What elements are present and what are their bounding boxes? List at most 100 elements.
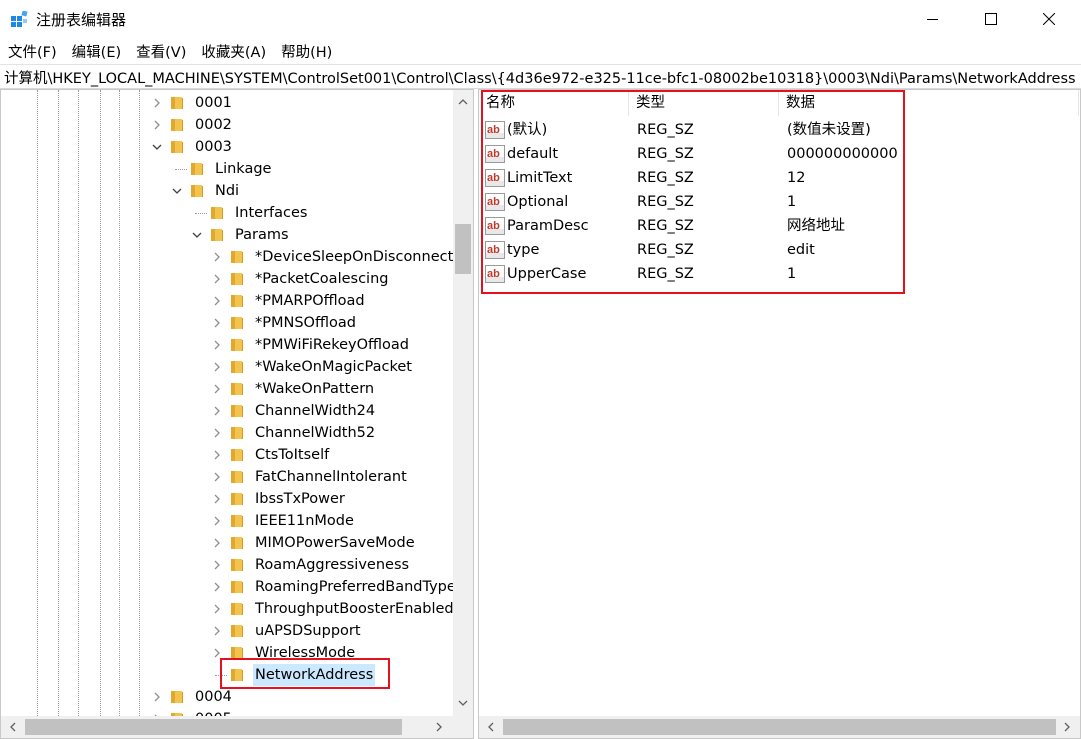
tree-item-label: *WakeOnMagicPacket: [255, 359, 412, 375]
chevron-right-icon[interactable]: [211, 537, 223, 549]
minimize-button[interactable]: [904, 0, 962, 38]
tree-item[interactable]: *PMWiFiRekeyOffload: [229, 334, 411, 356]
tree-item[interactable]: *WakeOnMagicPacket: [229, 356, 414, 378]
tree-item[interactable]: CtsToItself: [229, 444, 331, 466]
tree-item[interactable]: *PMARPOffload: [229, 290, 367, 312]
scroll-up-arrow[interactable]: [455, 94, 471, 110]
tree-guide-line: [139, 90, 140, 716]
chevron-right-icon[interactable]: [211, 339, 223, 351]
chevron-right-icon[interactable]: [211, 625, 223, 637]
menu-view[interactable]: 查看(V): [128, 38, 193, 64]
tree-item[interactable]: IbssTxPower: [229, 488, 347, 510]
chevron-right-icon[interactable]: [211, 295, 223, 307]
folder-icon: [171, 141, 183, 153]
tree-item[interactable]: Params: [209, 224, 291, 246]
tree-item[interactable]: ChannelWidth24: [229, 400, 377, 422]
chevron-right-icon[interactable]: [211, 427, 223, 439]
address-bar[interactable]: 计算机\HKEY_LOCAL_MACHINE\SYSTEM\ControlSet…: [0, 64, 1081, 89]
tree-item[interactable]: Linkage: [189, 158, 273, 180]
scroll-left-arrow[interactable]: [5, 719, 21, 735]
tree-item[interactable]: IEEE11nMode: [229, 510, 356, 532]
tree-item-label: Interfaces: [235, 205, 308, 221]
tree-item-label: *PacketCoalescing: [255, 271, 389, 287]
menu-file[interactable]: 文件(F): [0, 38, 64, 64]
tree-item[interactable]: *PacketCoalescing: [229, 268, 390, 290]
chevron-right-icon[interactable]: [211, 449, 223, 461]
chevron-right-icon[interactable]: [151, 119, 163, 131]
tree-item[interactable]: Interfaces: [209, 202, 309, 224]
chevron-right-icon[interactable]: [211, 317, 223, 329]
folder-icon: [171, 691, 183, 703]
folder-icon: [231, 515, 243, 527]
list-horizontal-scrollbar[interactable]: [479, 716, 1080, 738]
chevron-right-icon[interactable]: [211, 251, 223, 263]
tree-vertical-scrollbar[interactable]: [453, 90, 473, 716]
maximize-button[interactable]: [962, 0, 1020, 38]
tree-horizontal-scrollbar[interactable]: [1, 716, 453, 738]
chevron-right-icon[interactable]: [151, 691, 163, 703]
key-tree-pane[interactable]: 0001 0002 0003 Linkage Ndi Interfaces Params *D…: [0, 89, 474, 739]
tree-item[interactable]: *PMNSOffload: [229, 312, 358, 334]
menu-favorites[interactable]: 收藏夹(A): [193, 38, 273, 64]
tree-item-label: CtsToItself: [255, 447, 330, 463]
tree-item-label: IbssTxPower: [255, 491, 345, 507]
chevron-right-icon[interactable]: [211, 515, 223, 527]
folder-icon: [231, 295, 243, 307]
scrollbar-corner: [453, 716, 473, 738]
tree-item[interactable]: RoamingPreferredBandType: [229, 576, 453, 598]
minimize-icon: [927, 19, 938, 20]
chevron-right-icon[interactable]: [211, 383, 223, 395]
chevron-left-icon: [10, 722, 16, 732]
close-button[interactable]: [1020, 0, 1078, 38]
address-path[interactable]: 计算机\HKEY_LOCAL_MACHINE\SYSTEM\ControlSet…: [4, 67, 1076, 88]
folder-icon: [231, 427, 243, 439]
tree-item[interactable]: *WakeOnPattern: [229, 378, 376, 400]
chevron-down-icon[interactable]: [151, 141, 163, 153]
chevron-right-icon[interactable]: [211, 493, 223, 505]
tree-horizontal-scroll-thumb[interactable]: [25, 719, 402, 735]
chevron-down-icon[interactable]: [171, 185, 183, 197]
chevron-right-icon[interactable]: [211, 273, 223, 285]
tree-item[interactable]: ChannelWidth52: [229, 422, 377, 444]
menu-bar: 文件(F) 编辑(E) 查看(V) 收藏夹(A) 帮助(H): [0, 38, 1081, 64]
tree-vertical-scroll-thumb[interactable]: [455, 224, 471, 274]
tree-guide-line: [58, 90, 59, 716]
tree-item[interactable]: Ndi: [189, 180, 241, 202]
chevron-right-icon[interactable]: [211, 581, 223, 593]
tree-item-label: Linkage: [215, 161, 272, 177]
chevron-right-icon[interactable]: [211, 603, 223, 615]
tree-item-label: *WakeOnPattern: [255, 381, 375, 397]
folder-icon: [231, 537, 243, 549]
tree-item[interactable]: MIMOPowerSaveMode: [229, 532, 417, 554]
chevron-right-icon[interactable]: [211, 559, 223, 571]
folder-icon: [231, 581, 243, 593]
menu-help[interactable]: 帮助(H): [273, 38, 339, 64]
chevron-right-icon[interactable]: [211, 361, 223, 373]
tree-item[interactable]: ThroughputBoosterEnabled: [229, 598, 453, 620]
folder-icon: [231, 559, 243, 571]
values-list-pane[interactable]: 名称 类型 数据 ab (默认) REG_SZ (数值未设置) ab default REG…: [478, 89, 1081, 739]
scroll-down-arrow[interactable]: [455, 695, 471, 711]
folder-icon: [231, 471, 243, 483]
tree-item[interactable]: uAPSDSupport: [229, 620, 363, 642]
chevron-right-icon[interactable]: [211, 471, 223, 483]
tree-item[interactable]: 0003: [169, 136, 234, 158]
list-horizontal-scroll-thumb[interactable]: [503, 719, 1056, 735]
tree-item[interactable]: RoamAggressiveness: [229, 554, 411, 576]
tree-item[interactable]: FatChannelIntolerant: [229, 466, 409, 488]
chevron-right-icon[interactable]: [151, 97, 163, 109]
folder-icon: [191, 163, 203, 175]
menu-edit[interactable]: 编辑(E): [64, 38, 128, 64]
tree-item[interactable]: *DeviceSleepOnDisconnect: [229, 246, 453, 268]
tree-item[interactable]: 0005: [169, 708, 234, 716]
folder-icon: [231, 339, 243, 351]
tree-item[interactable]: 0004: [169, 686, 234, 708]
tree-item[interactable]: 0001: [169, 92, 234, 114]
scroll-right-arrow[interactable]: [431, 719, 447, 735]
folder-icon: [231, 251, 243, 263]
tree-item[interactable]: 0002: [169, 114, 234, 136]
scroll-left-arrow[interactable]: [483, 719, 499, 735]
chevron-right-icon[interactable]: [211, 405, 223, 417]
scroll-right-arrow[interactable]: [1059, 719, 1075, 735]
chevron-down-icon[interactable]: [191, 229, 203, 241]
